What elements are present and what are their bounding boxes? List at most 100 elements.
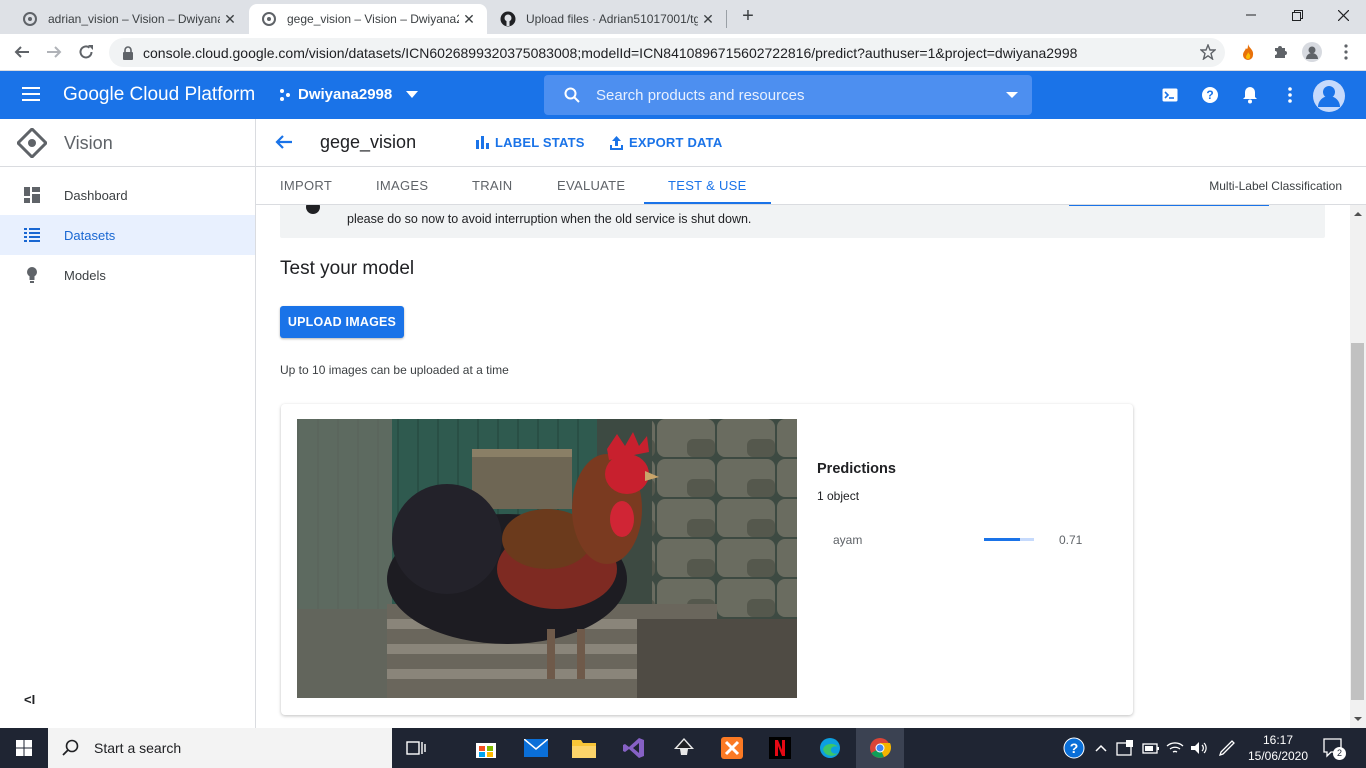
- account-avatar-icon[interactable]: [1312, 79, 1346, 113]
- scrollbar-thumb[interactable]: [1351, 343, 1364, 700]
- taskbar-search-input[interactable]: Start a search: [48, 728, 392, 768]
- page-scrollbar[interactable]: [1350, 205, 1366, 728]
- close-window-icon[interactable]: [1320, 0, 1366, 30]
- tray-app-icon[interactable]: [1114, 736, 1136, 760]
- notice-link-underline[interactable]: [1069, 205, 1269, 206]
- label-stats-label: LABEL STATS: [495, 135, 585, 150]
- pen-ink-icon[interactable]: [1216, 736, 1238, 760]
- page-title: gege_vision: [320, 132, 417, 152]
- browser-tab-active[interactable]: gege_vision – Vision – Dwiyana29 ✕: [249, 4, 487, 34]
- search-placeholder: Search products and resources: [596, 86, 805, 104]
- action-center-icon[interactable]: 2: [1322, 736, 1346, 760]
- forward-arrow-icon[interactable]: [42, 40, 66, 64]
- restore-window-icon[interactable]: [1274, 0, 1320, 30]
- scroll-up-arrow-icon[interactable]: [1350, 207, 1366, 221]
- chrome-active-icon[interactable]: [856, 728, 904, 768]
- store-icon[interactable]: [474, 736, 498, 760]
- search-icon: [62, 739, 79, 756]
- tab-separator: [726, 10, 727, 28]
- gcp-title[interactable]: Google Cloud Platform: [63, 84, 255, 106]
- tray-chevron-up-icon[interactable]: [1092, 736, 1110, 760]
- tab-import[interactable]: IMPORT: [256, 167, 356, 204]
- vision-logo-icon: [17, 128, 47, 158]
- task-view-icon[interactable]: [404, 736, 428, 760]
- vision-favicon-icon: [262, 12, 276, 26]
- sidebar-item-models[interactable]: Models: [0, 255, 255, 295]
- hamburger-menu-icon[interactable]: [22, 87, 40, 105]
- inkscape-icon[interactable]: [672, 736, 696, 760]
- tab-images[interactable]: IMAGES: [352, 167, 452, 204]
- windows-start-icon[interactable]: [0, 728, 48, 768]
- xampp-icon[interactable]: [720, 736, 744, 760]
- project-selector[interactable]: Dwiyana2998: [278, 86, 419, 103]
- search-icon: [564, 87, 580, 103]
- profile-avatar-icon[interactable]: [1302, 42, 1322, 62]
- taskbar-search-placeholder: Start a search: [94, 740, 182, 756]
- netflix-icon[interactable]: [768, 736, 792, 760]
- export-data-button[interactable]: EXPORT DATA: [610, 135, 722, 150]
- more-options-icon[interactable]: [1278, 83, 1302, 107]
- search-input[interactable]: Search products and resources: [544, 75, 1032, 115]
- tab-evaluate[interactable]: EVALUATE: [533, 167, 649, 204]
- clock-date: 15/06/2020: [1247, 749, 1309, 763]
- address-bar[interactable]: console.cloud.google.com/vision/datasets…: [109, 38, 1225, 67]
- product-header: Vision: [0, 119, 255, 167]
- sidebar-item-dashboard[interactable]: Dashboard: [0, 175, 255, 215]
- notifications-bell-icon[interactable]: [1238, 83, 1262, 107]
- dashboard-icon: [0, 187, 64, 203]
- reload-icon[interactable]: [74, 40, 98, 64]
- project-dots-icon: [280, 88, 290, 101]
- tab-train[interactable]: TRAIN: [448, 167, 537, 204]
- battery-icon[interactable]: [1140, 736, 1162, 760]
- bookmark-star-icon[interactable]: [1198, 42, 1218, 62]
- vision-favicon-icon: [23, 12, 37, 26]
- extensions-puzzle-icon[interactable]: [1270, 42, 1290, 62]
- bar-chart-icon: [476, 136, 489, 149]
- section-title: Test your model: [280, 258, 415, 279]
- browser-tab[interactable]: adrian_vision – Vision – Dwiyana2 ✕: [10, 4, 248, 34]
- fire-extension-icon[interactable]: [1238, 42, 1258, 62]
- upload-hint: Up to 10 images can be uploaded at a tim…: [280, 363, 509, 377]
- help-circle-icon[interactable]: ?: [1062, 736, 1086, 760]
- visual-studio-icon[interactable]: [622, 736, 646, 760]
- prediction-label: ayam: [833, 533, 863, 547]
- mail-icon[interactable]: [524, 736, 548, 760]
- browser-tab-title: Upload files · Adrian51017001/tg: [526, 12, 698, 26]
- prediction-score-fill: [984, 538, 1020, 541]
- new-tab-plus-icon[interactable]: +: [737, 6, 759, 28]
- browser-toolbar: console.cloud.google.com/vision/datasets…: [0, 34, 1366, 71]
- chevron-down-icon: [406, 90, 419, 98]
- volume-icon[interactable]: [1188, 736, 1210, 760]
- wifi-icon[interactable]: [1164, 736, 1186, 760]
- project-name: Dwiyana2998: [298, 86, 393, 103]
- windows-taskbar: Start a search ? 16:17 15/06/2020 2: [0, 728, 1366, 768]
- predictions-count: 1 object: [817, 489, 860, 503]
- collapse-nav-button[interactable]: <I: [24, 692, 35, 707]
- browser-menu-icon[interactable]: [1336, 42, 1356, 62]
- search-dropdown-icon[interactable]: [1006, 92, 1018, 99]
- list-icon: [0, 228, 64, 242]
- help-icon[interactable]: ?: [1198, 83, 1222, 107]
- close-tab-icon[interactable]: ✕: [698, 11, 718, 28]
- taskbar-clock[interactable]: 16:17 15/06/2020: [1244, 732, 1312, 764]
- sidebar-item-label: Models: [64, 267, 106, 283]
- back-arrow-icon[interactable]: [10, 40, 34, 64]
- minimize-window-icon[interactable]: [1228, 0, 1274, 30]
- file-explorer-icon[interactable]: [572, 736, 596, 760]
- close-tab-icon[interactable]: ✕: [220, 11, 240, 28]
- cloud-shell-icon[interactable]: [1158, 83, 1182, 107]
- notice-text: please do so now to avoid interruption w…: [347, 212, 752, 226]
- tab-test-and-use[interactable]: TEST & USE: [644, 167, 771, 204]
- close-tab-icon[interactable]: ✕: [459, 11, 479, 28]
- model-type-label: Multi-Label Classification: [1209, 179, 1342, 193]
- browser-tab[interactable]: Upload files · Adrian51017001/tg ✕: [488, 4, 726, 34]
- label-stats-button[interactable]: LABEL STATS: [476, 135, 585, 150]
- lightbulb-icon: [0, 267, 64, 283]
- product-name: Vision: [64, 133, 113, 153]
- scroll-down-arrow-icon[interactable]: [1350, 712, 1366, 726]
- upload-images-button[interactable]: UPLOAD IMAGES: [280, 306, 404, 338]
- edge-icon[interactable]: [818, 736, 842, 760]
- sidebar-item-datasets[interactable]: Datasets: [0, 215, 255, 255]
- dataset-tabs: IMPORT IMAGES TRAIN EVALUATE TEST & USE …: [256, 167, 1366, 205]
- back-arrow-icon[interactable]: [274, 132, 294, 152]
